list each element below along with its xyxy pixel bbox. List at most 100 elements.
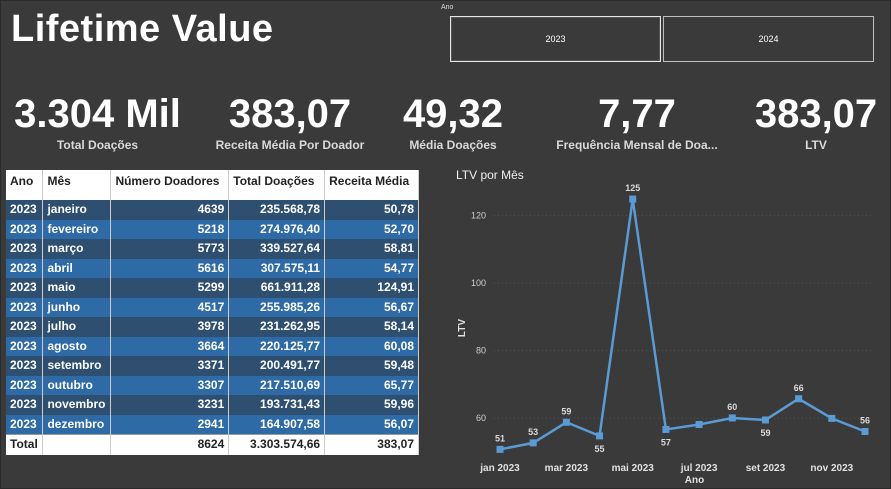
table-row[interactable]: 2023 janeiro 4639 235.568,78 50,78 — [6, 200, 419, 220]
data-label: 57 — [661, 437, 671, 447]
cell-total-doacoes: 231.262,95 — [228, 317, 326, 337]
kpi-ltv: 383,07 LTV — [750, 90, 882, 152]
data-label: 55 — [595, 444, 605, 454]
cell-mes: junho — [42, 297, 112, 317]
data-point — [596, 432, 604, 440]
y-tick-label: 100 — [471, 278, 486, 288]
cell-numero-doadores: 3978 — [110, 317, 230, 337]
cell-mes: dezembro — [42, 414, 112, 435]
column-header-ano[interactable]: Ano — [6, 170, 44, 200]
cell-ano: 2023 — [6, 239, 44, 259]
cell-receita-media: 56,67 — [324, 297, 419, 317]
table-row[interactable]: 2023 outubro 3307 217.510,69 65,77 — [6, 375, 419, 395]
cell-mes: outubro — [42, 375, 112, 395]
cell-total-doacoes: 220.125,77 — [228, 336, 326, 356]
column-header-numero-doadores[interactable]: Número Doadores — [110, 170, 230, 200]
cell-receita-media: 52,70 — [324, 219, 419, 239]
column-header-mes[interactable]: Mês — [42, 170, 112, 200]
cell-mes: julho — [42, 317, 112, 337]
page-title: Lifetime Value — [11, 8, 274, 50]
data-point — [861, 428, 869, 436]
data-point — [496, 445, 504, 453]
table-row[interactable]: 2023 junho 4517 255.985,26 56,67 — [6, 297, 419, 317]
cell-receita-media: 60,08 — [324, 336, 419, 356]
cell-mes: janeiro — [42, 200, 112, 220]
table-row[interactable]: 2023 agosto 3664 220.125,77 60,08 — [6, 336, 419, 356]
cell-receita-media: 56,07 — [324, 414, 419, 435]
cell-receita-media: 54,77 — [324, 258, 419, 278]
data-point — [695, 421, 703, 429]
cell-ano: 2023 — [6, 395, 44, 415]
year-slicer-option-2024[interactable]: 2024 — [663, 16, 874, 62]
cell-total-doacoes: 274.976,40 — [228, 219, 326, 239]
cell-numero-doadores: 5299 — [110, 278, 230, 298]
cell-mes: março — [42, 239, 112, 259]
table-row[interactable]: 2023 novembro 3231 193.731,43 59,96 — [6, 395, 419, 415]
cell-total-doacoes: 661.911,28 — [228, 278, 326, 298]
cell-numero-doadores: 5218 — [110, 219, 230, 239]
cell-receita-media: 59,96 — [324, 395, 419, 415]
cell-ano: 2023 — [6, 200, 44, 220]
kpi-label: LTV — [805, 138, 827, 152]
cell-ano: 2023 — [6, 336, 44, 356]
cell-total-doacoes: 307.575,11 — [228, 258, 326, 278]
cell-receita-media: 124,91 — [324, 278, 419, 298]
year-slicer-option-2023[interactable]: 2023 — [450, 16, 661, 62]
cell-total-doacoes: 255.985,26 — [228, 297, 326, 317]
table-row[interactable]: 2023 maio 5299 661.911,28 124,91 — [6, 278, 419, 298]
total-label: Total — [6, 434, 44, 455]
cell-numero-doadores: 2941 — [110, 414, 230, 435]
cell-mes: novembro — [42, 395, 112, 415]
total-numero-doadores: 8624 — [110, 434, 230, 455]
data-point — [529, 439, 537, 447]
column-header-total-doacoes[interactable]: Total Doações — [228, 170, 326, 200]
kpi-value: 3.304 Mil — [14, 92, 181, 136]
table-row[interactable]: 2023 setembro 3371 200.491,77 59,48 — [6, 356, 419, 376]
cell-ano: 2023 — [6, 356, 44, 376]
kpi-label: Receita Média Por Doador — [215, 138, 365, 152]
data-label: 60 — [727, 402, 737, 412]
x-tick-label: set 2023 — [746, 463, 786, 474]
data-point — [662, 425, 670, 433]
total-cell — [42, 434, 112, 455]
cell-total-doacoes: 217.510,69 — [228, 375, 326, 395]
cell-total-doacoes: 164.907,58 — [228, 414, 326, 435]
cell-receita-media: 65,77 — [324, 375, 419, 395]
kpi-value: 7,77 — [598, 92, 676, 136]
kpi-value: 383,07 — [754, 92, 878, 136]
y-tick-label: 80 — [476, 346, 486, 356]
x-tick-label: mar 2023 — [545, 463, 589, 474]
data-point — [795, 395, 803, 403]
cell-mes: fevereiro — [42, 219, 112, 239]
cell-receita-media: 58,81 — [324, 239, 419, 259]
cell-numero-doadores: 4517 — [110, 297, 230, 317]
table-header-row: Ano Mês Número Doadores Total Doações Re… — [6, 170, 419, 200]
column-header-receita-media[interactable]: Receita Média — [324, 170, 419, 200]
kpi-label: Média Doações — [409, 138, 497, 152]
cell-total-doacoes: 193.731,43 — [228, 395, 326, 415]
kpi-media-doacoes: 49,32 Média Doações — [398, 90, 508, 152]
cell-mes: agosto — [42, 336, 112, 356]
kpi-value: 49,32 — [402, 92, 504, 136]
cell-numero-doadores: 5773 — [110, 239, 230, 259]
kpi-total-doacoes: 3.304 Mil Total Doações — [10, 90, 185, 152]
year-slicer-label: Ano — [441, 4, 454, 11]
cell-ano: 2023 — [6, 375, 44, 395]
table-row[interactable]: 2023 dezembro 2941 164.907,58 56,07 — [6, 414, 419, 435]
cell-total-doacoes: 235.568,78 — [228, 200, 326, 220]
cell-total-doacoes: 339.527,64 — [228, 239, 326, 259]
table-row[interactable]: 2023 fevereiro 5218 274.976,40 52,70 — [6, 219, 419, 239]
table-row[interactable]: 2023 março 5773 339.527,64 58,81 — [6, 239, 419, 259]
cell-mes: abril — [42, 258, 112, 278]
data-label: 66 — [794, 383, 804, 393]
cell-ano: 2023 — [6, 414, 44, 435]
ltv-line-chart: 60 80 100 120 jan 2023 mar 2023 mai 2023 jul 20… — [457, 183, 871, 486]
cell-mes: maio — [42, 278, 112, 298]
monthly-table: Ano Mês Número Doadores Total Doações Re… — [6, 170, 419, 455]
y-tick-label: 120 — [471, 211, 486, 221]
table-row[interactable]: 2023 julho 3978 231.262,95 58,14 — [6, 317, 419, 337]
cell-numero-doadores: 3307 — [110, 375, 230, 395]
data-point — [761, 416, 769, 424]
table-row[interactable]: 2023 abril 5616 307.575,11 54,77 — [6, 258, 419, 278]
cell-receita-media: 50,78 — [324, 200, 419, 220]
